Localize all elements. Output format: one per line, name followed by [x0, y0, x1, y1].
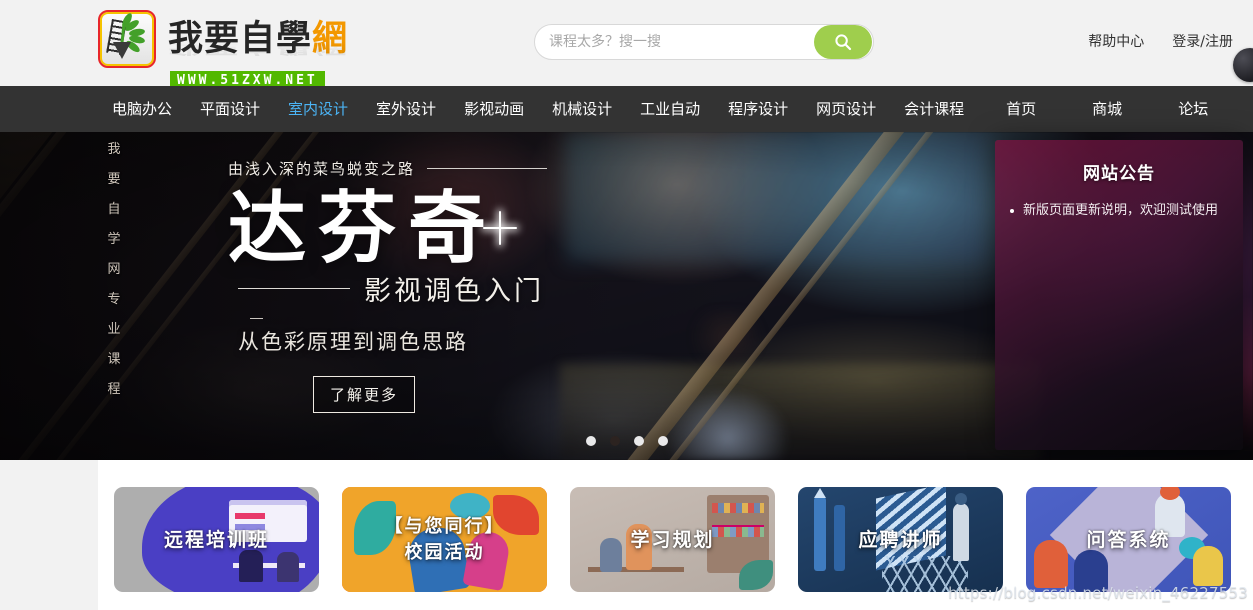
- nav-item-computer-office[interactable]: 电脑办公: [98, 86, 186, 132]
- card-label: 【与您同行】 校园活动: [342, 514, 547, 566]
- carousel-dot-3[interactable]: [633, 436, 644, 446]
- quick-links-band: 远程培训班 【与您同行】 校园活动 学习规划 应聘讲师 问答系统: [0, 460, 1253, 610]
- site-announcement-panel: 网站公告 新版页面更新说明，欢迎测试使用: [995, 140, 1243, 450]
- nav-item-mechanical-design[interactable]: 机械设计: [538, 86, 626, 132]
- vertical-char: 要: [107, 172, 121, 187]
- announcement-list: 新版页面更新说明，欢迎测试使用: [995, 201, 1243, 221]
- logo-at-char: 網: [312, 19, 349, 59]
- nav-item-home[interactable]: 首页: [978, 86, 1064, 132]
- card-label: 问答系统: [1086, 528, 1171, 551]
- hero-kicker-rule: [427, 168, 548, 169]
- nav-item-industrial-automation[interactable]: 工业自动: [626, 86, 714, 132]
- card-campus-activity[interactable]: 【与您同行】 校园活动: [342, 487, 547, 592]
- site-header: 我要自學網 我要自學網 WWW.51ZXW.NET 帮助中心 登录/注册: [0, 0, 1253, 90]
- vertical-char: 课: [107, 352, 121, 367]
- main-navigation: 电脑办公 平面设计 室内设计 室外设计 影视动画 机械设计 工业自动 程序设计 …: [0, 86, 1253, 132]
- quick-links-container: 远程培训班 【与您同行】 校园活动 学习规划 应聘讲师 问答系统: [98, 460, 1253, 610]
- quick-links-cards: 远程培训班 【与您同行】 校园活动 学习规划 应聘讲师 问答系统: [114, 487, 1231, 592]
- header-links: 帮助中心 登录/注册: [1088, 31, 1233, 51]
- hero-kicker-row: 由浅入深的菜鸟蜕变之路: [228, 158, 788, 179]
- hero-tagline: 从色彩原理到调色思路: [238, 330, 468, 354]
- card-label: 远程培训班: [163, 528, 269, 551]
- floating-side-widget[interactable]: [1233, 48, 1253, 82]
- person-shape: [239, 550, 263, 582]
- card-label: 学习规划: [630, 528, 715, 551]
- vertical-char: 专: [107, 292, 121, 307]
- vertical-char: 业: [107, 322, 121, 337]
- nav-item-shop[interactable]: 商城: [1064, 86, 1150, 132]
- nav-item-accounting[interactable]: 会计课程: [890, 86, 978, 132]
- nav-item-interior-design[interactable]: 室内设计: [274, 86, 362, 132]
- carousel-dot-2-active[interactable]: [609, 436, 620, 446]
- plant-in-bucket-logo-icon: [98, 10, 156, 68]
- nav-item-graphic-design[interactable]: 平面设计: [186, 86, 274, 132]
- logo-wordmark: 我要自學網: [168, 20, 348, 58]
- card-label-line2: 校园活动: [404, 541, 485, 563]
- card-recruit-instructor[interactable]: 应聘讲师: [798, 487, 1003, 592]
- hero-tick-mark: [250, 318, 263, 319]
- announcement-title: 网站公告: [1083, 164, 1155, 184]
- hero-learn-more-button[interactable]: 了解更多: [313, 376, 416, 413]
- person-shape: [277, 552, 299, 582]
- hero-subtitle-rule: [238, 288, 350, 289]
- vertical-brand-strip: 我 要 自 学 网 专 业 课 程: [100, 134, 128, 458]
- pot-shape: [113, 42, 131, 59]
- carousel-dot-1[interactable]: [585, 436, 596, 446]
- search-bar[interactable]: [534, 24, 874, 60]
- nav-item-forum[interactable]: 论坛: [1150, 86, 1236, 132]
- nav-item-web-design[interactable]: 网页设计: [802, 86, 890, 132]
- search-button[interactable]: [814, 25, 872, 59]
- logo-row: 我要自學網 我要自學網: [98, 10, 348, 68]
- vertical-char: 自: [107, 202, 121, 217]
- page-root: 我要自學網 我要自學網 WWW.51ZXW.NET 帮助中心 登录/注册 电脑办…: [0, 0, 1253, 610]
- hero-kicker: 由浅入深的菜鸟蜕变之路: [228, 160, 416, 178]
- nav-category-list: 电脑办公 平面设计 室内设计 室外设计 影视动画 机械设计 工业自动 程序设计 …: [98, 86, 978, 132]
- logo-wordmark-text: 我要自學: [168, 19, 313, 59]
- search-input[interactable]: [535, 25, 814, 59]
- carousel-dot-4[interactable]: [657, 436, 668, 446]
- logo-text-block: 我要自學網 我要自學網: [168, 20, 348, 58]
- nav-item-film-animation[interactable]: 影视动画: [450, 86, 538, 132]
- hero-copy: 由浅入深的菜鸟蜕变之路 达芬奇 影视调色入门 从色彩原理到调色思路 了解更多: [228, 158, 788, 413]
- site-logo[interactable]: 我要自學網 我要自學網 WWW.51ZXW.NET: [98, 10, 348, 90]
- nav-utility-list: 首页 商城 论坛: [978, 86, 1236, 132]
- announcement-item[interactable]: 新版页面更新说明，欢迎测试使用: [1010, 201, 1229, 221]
- nav-item-programming[interactable]: 程序设计: [714, 86, 802, 132]
- help-center-link[interactable]: 帮助中心: [1088, 31, 1144, 51]
- person-shape: [1074, 550, 1108, 592]
- card-remote-training[interactable]: 远程培训班: [114, 487, 319, 592]
- vertical-char: 网: [107, 262, 121, 277]
- vertical-char: 我: [107, 142, 121, 157]
- hero-title: 达芬奇: [228, 183, 499, 274]
- login-register-link[interactable]: 登录/注册: [1172, 31, 1233, 51]
- vertical-char: 学: [107, 232, 121, 247]
- plant-shape: [739, 560, 773, 590]
- card-label-line1: 【与您同行】: [384, 515, 505, 537]
- search-icon: [835, 34, 852, 51]
- vertical-char: 程: [107, 382, 121, 397]
- card-label: 应聘讲师: [858, 528, 943, 551]
- card-study-planning[interactable]: 学习规划: [570, 487, 775, 592]
- isometric-grid-shape: [882, 556, 968, 592]
- nav-item-exterior-design[interactable]: 室外设计: [362, 86, 450, 132]
- card-qa-system[interactable]: 问答系统: [1026, 487, 1231, 592]
